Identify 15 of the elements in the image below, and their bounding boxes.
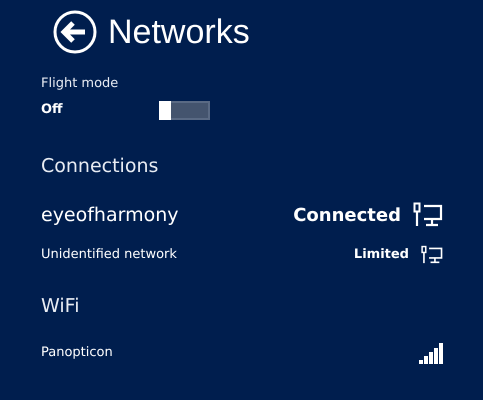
wired-network-icon bbox=[413, 202, 443, 228]
network-name: eyeofharmony bbox=[41, 202, 179, 228]
flight-mode-label: Flight mode bbox=[41, 76, 120, 92]
back-icon[interactable] bbox=[53, 10, 97, 54]
section-heading: WiFi bbox=[41, 294, 80, 318]
network-name: Panopticon bbox=[41, 344, 113, 362]
flight-mode-toggle[interactable] bbox=[159, 100, 210, 120]
connection-status: Limited bbox=[354, 246, 409, 264]
wired-network-icon bbox=[421, 245, 443, 265]
section-heading: Connections bbox=[41, 154, 160, 178]
wifi-signal-icon bbox=[419, 342, 443, 364]
network-name: Unidentified network bbox=[41, 246, 177, 264]
page-title: Networks bbox=[108, 15, 250, 49]
flight-mode-state: Off bbox=[41, 101, 64, 120]
connection-status: Connected bbox=[293, 204, 401, 228]
